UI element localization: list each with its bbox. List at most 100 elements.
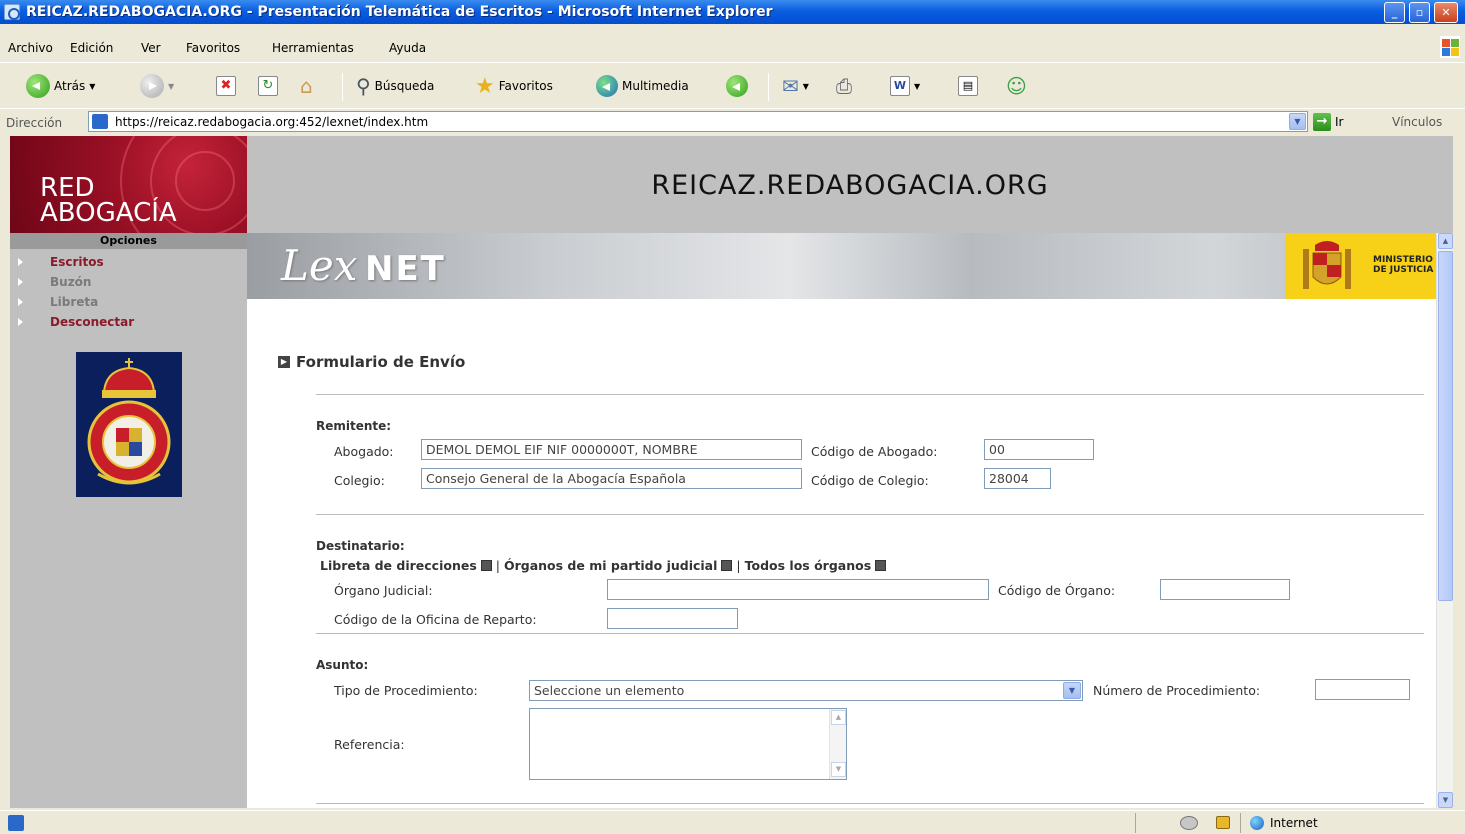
- colegio-label: Colegio:: [334, 473, 385, 488]
- mail-button[interactable]: ✉ ▼: [782, 72, 809, 100]
- codigo-abogado-field[interactable]: 00: [984, 439, 1094, 460]
- menu-edicion[interactable]: Edición: [70, 41, 113, 55]
- forward-button[interactable]: ▼: [140, 72, 174, 100]
- home-icon: ⌂: [300, 74, 313, 98]
- menu-bar: Archivo Edición Ver Favoritos Herramient…: [0, 36, 1465, 58]
- textarea-scrollbar[interactable]: ▲ ▼: [829, 709, 846, 779]
- minimize-button[interactable]: _: [1384, 2, 1405, 23]
- crest-icon: [76, 352, 182, 497]
- back-dropdown-icon[interactable]: ▼: [89, 82, 95, 91]
- popup-icon[interactable]: [875, 560, 887, 571]
- research-button[interactable]: ▤: [958, 72, 978, 100]
- codigo-colegio-field[interactable]: 28004: [984, 468, 1051, 489]
- codigo-organo-field[interactable]: [1160, 579, 1290, 600]
- forward-dropdown-icon[interactable]: ▼: [168, 82, 174, 91]
- todos-organos-link[interactable]: Todos los órganos: [745, 558, 872, 573]
- popup-icon[interactable]: [480, 560, 492, 571]
- referencia-textarea[interactable]: ▲ ▼: [529, 708, 847, 780]
- libreta-direcciones-link[interactable]: Libreta de direcciones: [320, 558, 477, 573]
- ministry-text: MINISTERIO DE JUSTICIA: [1373, 255, 1433, 275]
- scroll-down-icon[interactable]: ▼: [831, 762, 846, 777]
- oficina-reparto-field[interactable]: [607, 608, 738, 629]
- edit-button[interactable]: W ▼: [890, 72, 920, 100]
- forward-arrow-icon: [140, 74, 164, 98]
- sidebar-item-escritos[interactable]: Escritos: [10, 252, 247, 272]
- menu-ayuda[interactable]: Ayuda: [389, 41, 426, 55]
- links-button[interactable]: Vínculos: [1392, 115, 1442, 129]
- back-button[interactable]: Atrás ▼: [26, 72, 95, 100]
- back-arrow-icon: [26, 74, 50, 98]
- organo-judicial-label: Órgano Judicial:: [334, 583, 433, 598]
- page-icon: [92, 114, 108, 129]
- tipo-procedimiento-select[interactable]: Seleccione un elemento ▼: [529, 680, 1083, 701]
- go-button[interactable]: → Ir: [1313, 113, 1343, 131]
- logo-text-abogacia: ABOGACÍA: [40, 198, 177, 228]
- search-label: Búsqueda: [374, 79, 435, 93]
- organo-judicial-field[interactable]: [607, 579, 989, 600]
- codigo-organo-label: Código de Órgano:: [998, 583, 1116, 598]
- asunto-heading: Asunto:: [316, 658, 369, 672]
- colegio-field[interactable]: Consejo General de la Abogacía Española: [421, 468, 802, 489]
- refresh-button[interactable]: ↻: [258, 72, 278, 100]
- abogado-label: Abogado:: [334, 444, 394, 459]
- menu-favoritos[interactable]: Favoritos: [186, 41, 240, 55]
- tipo-procedimiento-value: Seleccione un elemento: [534, 683, 685, 698]
- sidebar-item-buzon[interactable]: Buzón: [10, 272, 247, 292]
- sidebar-item-desconectar[interactable]: Desconectar: [10, 312, 247, 332]
- status-divider: [1135, 813, 1136, 833]
- privacy-icon[interactable]: [1180, 816, 1198, 830]
- security-zone[interactable]: Internet: [1250, 816, 1318, 830]
- divider: [316, 803, 1424, 804]
- stop-button[interactable]: ✖: [216, 72, 236, 100]
- numero-procedimiento-field[interactable]: [1315, 679, 1410, 700]
- address-input[interactable]: https://reicaz.redabogacia.org:452/lexne…: [88, 111, 1308, 132]
- lexnet-banner: Lex NET MINISTERIO DE JUSTICIA: [247, 233, 1453, 299]
- address-dropdown-icon[interactable]: ▼: [1289, 113, 1306, 130]
- scroll-thumb[interactable]: [1438, 251, 1453, 601]
- spain-coat-of-arms-icon: [1303, 241, 1351, 289]
- lock-icon[interactable]: [1216, 816, 1230, 829]
- go-arrow-icon: →: [1313, 113, 1331, 131]
- zone-label: Internet: [1270, 816, 1318, 830]
- favorites-button[interactable]: ★ Favoritos: [475, 72, 553, 100]
- numero-procedimiento-label: Número de Procedimiento:: [1093, 683, 1261, 698]
- menu-archivo[interactable]: Archivo: [8, 41, 53, 55]
- scroll-up-icon[interactable]: ▲: [1438, 233, 1453, 249]
- messenger-button[interactable]: ☺: [1006, 72, 1027, 100]
- organos-partido-link[interactable]: Órganos de mi partido judicial: [504, 558, 717, 573]
- codigo-abogado-label: Código de Abogado:: [811, 444, 938, 459]
- popup-icon[interactable]: [721, 560, 733, 571]
- home-button[interactable]: ⌂: [300, 72, 320, 100]
- sidebar-item-label: Desconectar: [50, 315, 135, 329]
- form-title: ▶ Formulario de Envío: [278, 353, 465, 371]
- ie-app-icon[interactable]: [4, 4, 20, 20]
- page-scrollbar[interactable]: ▲ ▼: [1436, 233, 1453, 808]
- abogado-field[interactable]: DEMOL DEMOL EIF NIF 0000000T, NOMBRE: [421, 439, 802, 460]
- edit-dropdown-icon[interactable]: ▼: [914, 82, 920, 91]
- tipo-procedimiento-label: Tipo de Procedimiento:: [334, 683, 478, 698]
- red-abogacia-logo: RED ABOGACÍA: [10, 136, 247, 233]
- messenger-icon: ☺: [1006, 74, 1027, 98]
- globe-icon: [1250, 816, 1264, 830]
- arrow-icon: [18, 318, 23, 326]
- menu-ver[interactable]: Ver: [141, 41, 161, 55]
- scroll-down-icon[interactable]: ▼: [1438, 792, 1453, 808]
- scroll-up-icon[interactable]: ▲: [831, 710, 846, 725]
- lexnet-logo-net: NET: [365, 249, 446, 289]
- close-button[interactable]: ✕: [1434, 2, 1458, 23]
- favorites-label: Favoritos: [498, 79, 553, 93]
- divider: [316, 394, 1424, 395]
- search-button[interactable]: ⚲ Búsqueda: [356, 72, 434, 100]
- history-button[interactable]: [726, 72, 748, 100]
- chevron-down-icon[interactable]: ▼: [1063, 682, 1081, 699]
- media-button[interactable]: Multimedia: [596, 72, 689, 100]
- maximize-button[interactable]: ▫: [1409, 2, 1430, 23]
- go-label: Ir: [1335, 115, 1344, 129]
- divider: [316, 514, 1424, 515]
- status-divider: [1240, 813, 1241, 833]
- print-button[interactable]: ⎙: [836, 72, 852, 100]
- ie-window: REICAZ.REDABOGACIA.ORG - Presentación Te…: [0, 0, 1465, 834]
- sidebar-item-libreta[interactable]: Libreta: [10, 292, 247, 312]
- mail-dropdown-icon[interactable]: ▼: [803, 82, 809, 91]
- menu-herramientas[interactable]: Herramientas: [272, 41, 354, 55]
